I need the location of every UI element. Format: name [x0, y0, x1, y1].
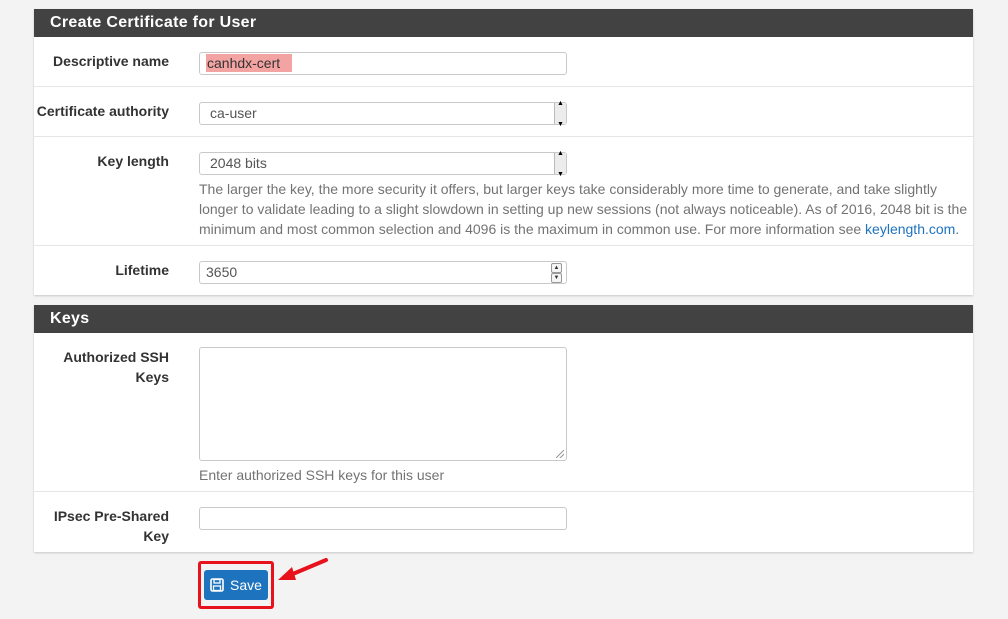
key-length-label: Key length [97, 153, 169, 169]
ssh-keys-row: Authorized SSH Keys Enter authorized SSH… [34, 333, 973, 492]
descriptive-name-row: Descriptive name canhdx-cert [34, 37, 973, 87]
panel-title: Create Certificate for User [34, 9, 973, 37]
descriptive-name-label: Descriptive name [53, 53, 169, 69]
key-length-help: The larger the key, the more security it… [199, 181, 968, 237]
certificate-authority-label: Certificate authority [36, 103, 169, 119]
keys-panel: Keys Authorized SSH Keys Enter authorize… [34, 305, 973, 552]
chevron-down-icon: ▲ ▼ [554, 100, 566, 128]
ipsec-label: IPsec Pre-Shared Key [53, 508, 169, 544]
ssh-keys-help: Enter authorized SSH keys for this user [199, 467, 445, 483]
descriptive-name-input[interactable]: canhdx-cert [199, 52, 567, 75]
lifetime-row: Lifetime 3650 ▲ ▼ [34, 246, 973, 295]
lifetime-spinner[interactable]: ▲ ▼ [551, 263, 562, 283]
key-length-select[interactable]: 2048 bits ▲ ▼ [199, 150, 567, 178]
ipsec-key-input[interactable] [199, 507, 567, 530]
create-certificate-panel: Create Certificate for User Descriptive … [34, 9, 973, 295]
spin-up-icon[interactable]: ▲ [551, 263, 562, 273]
resize-grip-icon[interactable] [556, 450, 564, 458]
key-length-value: 2048 bits [210, 155, 267, 171]
certificate-authority-row: Certificate authority ca-user ▲ ▼ [34, 87, 973, 137]
lifetime-input[interactable]: 3650 ▲ ▼ [199, 261, 567, 284]
save-button[interactable]: Save [204, 570, 268, 600]
keylength-link[interactable]: keylength.com [865, 221, 955, 237]
floppy-disk-icon [210, 578, 224, 592]
save-label: Save [230, 577, 262, 593]
lifetime-value: 3650 [206, 264, 238, 280]
descriptive-name-value: canhdx-cert [206, 54, 293, 72]
certificate-authority-select[interactable]: ca-user ▲ ▼ [199, 100, 567, 128]
key-length-row: Key length 2048 bits ▲ ▼ The larger the k… [34, 137, 973, 246]
spin-down-icon[interactable]: ▼ [551, 273, 562, 283]
annotation-arrow-icon [278, 558, 328, 580]
certificate-authority-value: ca-user [210, 105, 257, 121]
ssh-keys-label: Authorized SSH Keys [63, 349, 169, 385]
save-highlight-box: Save [198, 561, 274, 609]
ssh-keys-textarea[interactable] [199, 347, 567, 461]
chevron-down-icon: ▲ ▼ [554, 150, 566, 178]
lifetime-label: Lifetime [115, 262, 169, 278]
ipsec-row: IPsec Pre-Shared Key [34, 492, 973, 552]
panel-title: Keys [34, 305, 973, 333]
